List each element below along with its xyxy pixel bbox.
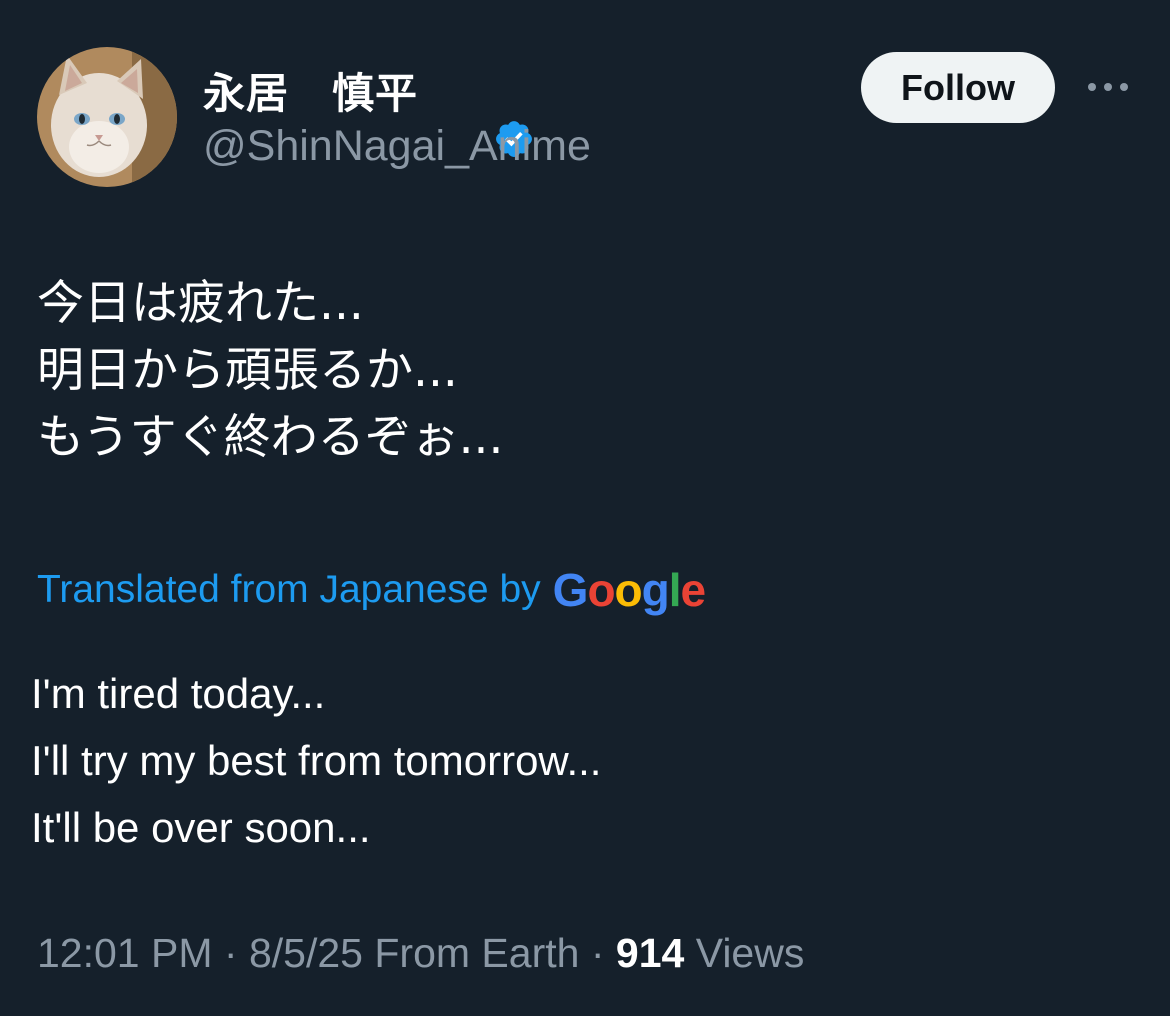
translated-line: I'll try my best from tomorrow... xyxy=(31,737,602,784)
cat-avatar-image xyxy=(37,47,177,187)
tweet-original-text: 今日は疲れた... 明日から頑張るか... もうすぐ終わるぞぉ... xyxy=(37,270,503,471)
more-options-icon[interactable] xyxy=(1080,70,1136,104)
tweet-source: From Earth xyxy=(374,929,580,976)
translation-notice-text[interactable]: Translated from Japanese by xyxy=(37,568,541,612)
views-label: Views xyxy=(695,929,805,976)
display-name[interactable]: 永居 慎平 xyxy=(203,60,418,121)
separator: · xyxy=(590,929,605,976)
avatar[interactable] xyxy=(37,47,177,187)
author-handle[interactable]: @ShinNagai_Anime xyxy=(203,122,591,171)
google-logo: Google xyxy=(552,564,706,616)
separator: · xyxy=(223,929,238,976)
tweet-date[interactable]: 8/5/25 xyxy=(249,930,363,977)
translated-line: I'm tired today... xyxy=(31,670,326,717)
tweet-time[interactable]: 12:01 PM xyxy=(37,930,213,977)
views-count: 914 xyxy=(615,929,685,976)
follow-button[interactable]: Follow xyxy=(861,52,1055,123)
verified-badge-icon[interactable] xyxy=(430,69,532,157)
tweet-line: 今日は疲れた... xyxy=(37,276,364,331)
tweet-meta: 12:01 PM · 8/5/25 From Earth · 914 Views xyxy=(37,925,804,981)
translated-line: It'll be over soon... xyxy=(31,804,371,851)
tweet-line: もうすぐ終わるぞぉ... xyxy=(37,410,504,465)
translation-notice[interactable]: Translated from Japanese by Google xyxy=(37,562,706,618)
tweet-translated-text: I'm tired today... I'll try my best from… xyxy=(31,660,601,861)
tweet-line: 明日から頑張るか... xyxy=(37,343,458,398)
author-name-row[interactable]: 永居 慎平 xyxy=(203,60,532,157)
